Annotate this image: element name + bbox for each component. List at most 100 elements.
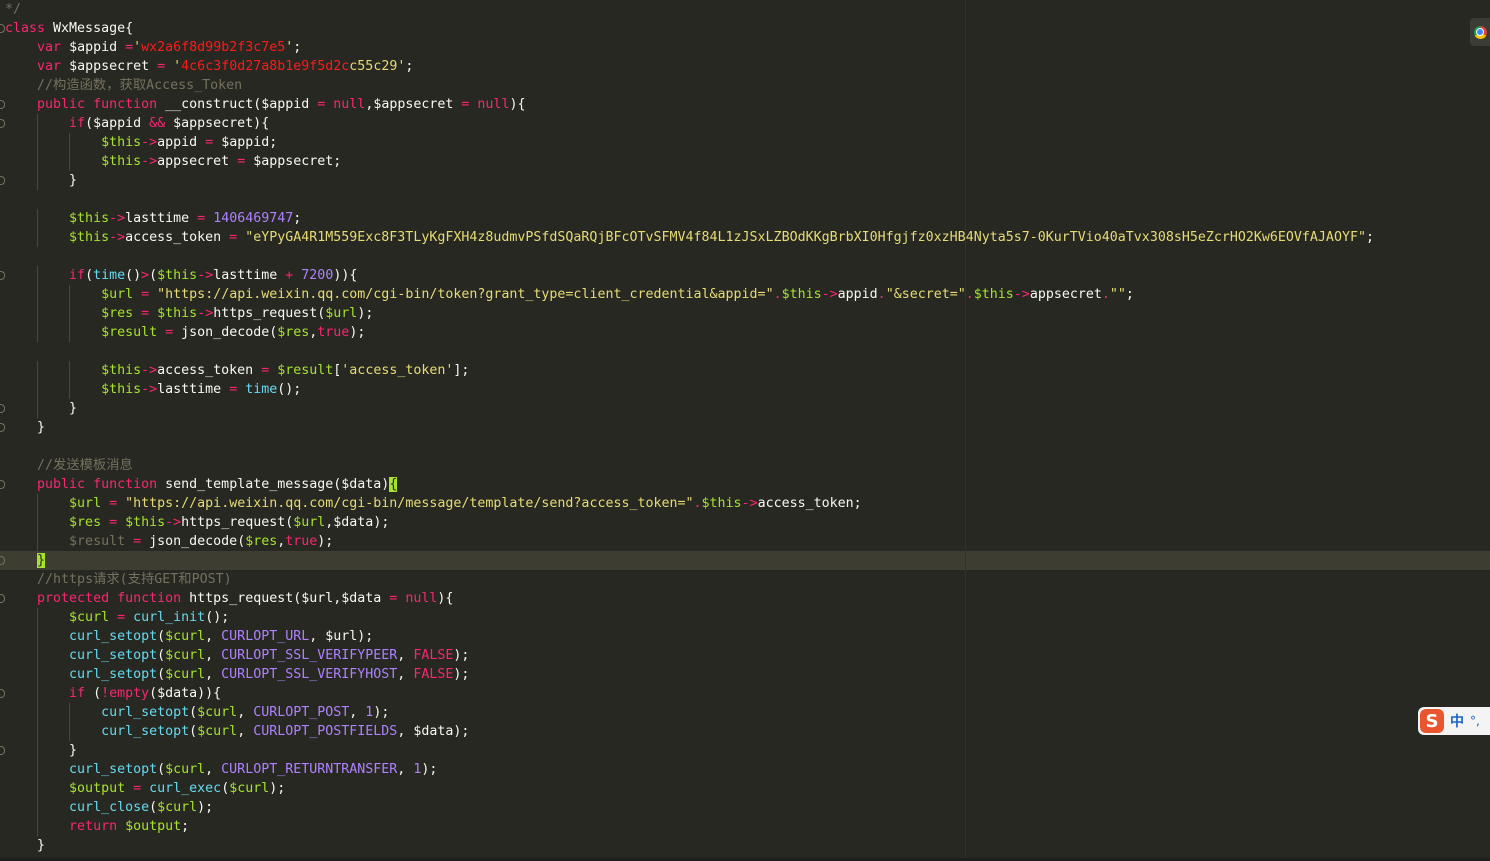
code-token: -> <box>141 382 158 397</box>
code-line[interactable]: public function __construct($appid = nul… <box>0 95 1374 114</box>
code-token: CURLOPT_SSL_VERIFYPEER <box>221 648 398 663</box>
code-line[interactable]: $result = json_decode($res,true); <box>5 323 1374 342</box>
code-line[interactable]: $this->access_token = $result['access_to… <box>5 361 1374 380</box>
indent-guide <box>37 665 38 684</box>
chrome-logo-icon <box>1473 25 1487 39</box>
code-token: $res <box>101 306 134 321</box>
code-lines[interactable]: */class WxMessage{ var $appid ='wx2a6f8d… <box>0 0 1374 855</box>
code-token: = <box>117 610 126 625</box>
code-line[interactable]: protected function https_request($url,$d… <box>0 589 1374 608</box>
indent-guide <box>37 323 38 342</box>
code-line[interactable]: $this->access_token = "eYPyGA4R1M559Exc8… <box>5 228 1374 247</box>
code-token: curl_setopt <box>69 629 158 644</box>
code-line[interactable]: if(time()>($this->lasttime + 7200)){ <box>0 266 1374 285</box>
code-line[interactable]: } <box>0 551 1374 570</box>
ime-punctuation[interactable]: °, <box>1470 714 1480 728</box>
indent-guide <box>69 722 70 741</box>
indent-guide <box>37 133 38 152</box>
code-line[interactable] <box>5 190 1374 209</box>
code-token: > <box>141 268 150 283</box>
ime-toolbar[interactable]: S 中 °, <box>1418 707 1490 735</box>
code-token: = <box>229 382 238 397</box>
code-line[interactable]: $res = $this->https_request($url); <box>5 304 1374 323</box>
code-token: . <box>773 287 782 302</box>
code-token: ; <box>1365 230 1374 245</box>
code-line[interactable]: return $output; <box>5 817 1374 836</box>
code-line[interactable]: public function send_template_message($d… <box>0 475 1374 494</box>
code-line[interactable]: $res = $this->https_request($url,$data); <box>5 513 1374 532</box>
code-token: var <box>37 40 62 55</box>
code-line[interactable]: $curl = curl_init(); <box>5 608 1374 627</box>
code-line[interactable]: } <box>5 836 1374 855</box>
code-line[interactable]: $this->appsecret = $appsecret; <box>5 152 1374 171</box>
code-token: access_token <box>125 230 230 245</box>
code-token: -> <box>141 363 158 378</box>
code-token: ' <box>133 40 142 55</box>
code-line[interactable] <box>5 437 1374 456</box>
code-token: ,$data); <box>325 515 390 530</box>
code-line[interactable]: curl_setopt($curl, CURLOPT_POST, 1); <box>5 703 1374 722</box>
code-token: , <box>205 629 222 644</box>
code-line[interactable]: class WxMessage{ <box>0 19 1374 38</box>
code-token: appsecret <box>1029 287 1102 302</box>
code-token: = <box>125 40 134 55</box>
browser-chrome-icon[interactable] <box>1470 18 1490 46</box>
code-token: FALSE <box>413 648 454 663</box>
code-token: $this <box>701 496 742 511</box>
code-line[interactable]: if($appid && $appsecret){ <box>0 114 1374 133</box>
ime-mode[interactable]: 中 <box>1450 711 1464 731</box>
code-line[interactable]: } <box>0 741 1374 760</box>
code-token: , <box>237 705 254 720</box>
code-line[interactable]: curl_setopt($curl, CURLOPT_SSL_VERIFYHOS… <box>5 665 1374 684</box>
code-line[interactable]: if (!empty($data)){ <box>0 684 1374 703</box>
code-token: = <box>205 135 214 150</box>
code-token: if <box>69 686 86 701</box>
code-editor[interactable]: */class WxMessage{ var $appid ='wx2a6f8d… <box>0 0 1490 858</box>
code-line[interactable]: $this->lasttime = time(); <box>5 380 1374 399</box>
code-line[interactable]: curl_setopt($curl, CURLOPT_POSTFIELDS, $… <box>5 722 1374 741</box>
code-line[interactable]: $url = "https://api.weixin.qq.com/cgi-bi… <box>5 494 1374 513</box>
code-line[interactable] <box>5 342 1374 361</box>
code-line[interactable]: } <box>0 418 1374 437</box>
code-line[interactable]: $result = json_decode($res,true); <box>5 532 1374 551</box>
code-token: } <box>37 420 46 435</box>
code-line[interactable]: */ <box>5 0 1374 19</box>
indent-guide <box>37 361 38 380</box>
code-token: $result <box>69 534 126 549</box>
code-line[interactable]: curl_setopt($curl, CURLOPT_SSL_VERIFYPEE… <box>5 646 1374 665</box>
code-token: $appsecret <box>61 59 158 74</box>
code-line[interactable]: var $appsecret = '4c6c3f0d27a8b1e9f5d2cc… <box>5 57 1374 76</box>
code-line[interactable]: $url = "https://api.weixin.qq.com/cgi-bi… <box>5 285 1374 304</box>
code-line[interactable]: } <box>0 171 1374 190</box>
code-line[interactable]: //构造函数，获取Access_Token <box>5 76 1374 95</box>
code-line[interactable]: $this->appid = $appid; <box>5 133 1374 152</box>
code-token: appid <box>837 287 878 302</box>
code-line[interactable]: //发送模板消息 <box>5 456 1374 475</box>
code-line[interactable]: $output = curl_exec($curl); <box>5 779 1374 798</box>
code-line[interactable]: curl_close($curl); <box>5 798 1374 817</box>
code-token: -> <box>141 154 158 169</box>
code-token: $this <box>125 515 166 530</box>
code-token: , $data); <box>397 724 470 739</box>
code-line[interactable]: $this->lasttime = 1406469747; <box>5 209 1374 228</box>
code-token: $curl <box>165 667 206 682</box>
code-token: lasttime <box>213 268 286 283</box>
code-line[interactable] <box>5 247 1374 266</box>
code-line[interactable]: } <box>0 399 1374 418</box>
code-line[interactable]: curl_setopt($curl, CURLOPT_RETURNTRANSFE… <box>5 760 1374 779</box>
code-token: -> <box>741 496 758 511</box>
code-token: return <box>69 819 118 834</box>
code-token: ,$appsecret <box>365 97 462 112</box>
code-line[interactable]: var $appid ='wx2a6f8d99b2f3c7e5'; <box>5 38 1374 57</box>
code-token: . <box>965 287 974 302</box>
code-line[interactable]: //https请求(支持GET和POST) <box>5 570 1374 589</box>
code-token: ( <box>85 268 94 283</box>
code-line[interactable]: curl_setopt($curl, CURLOPT_URL, $url); <box>5 627 1374 646</box>
